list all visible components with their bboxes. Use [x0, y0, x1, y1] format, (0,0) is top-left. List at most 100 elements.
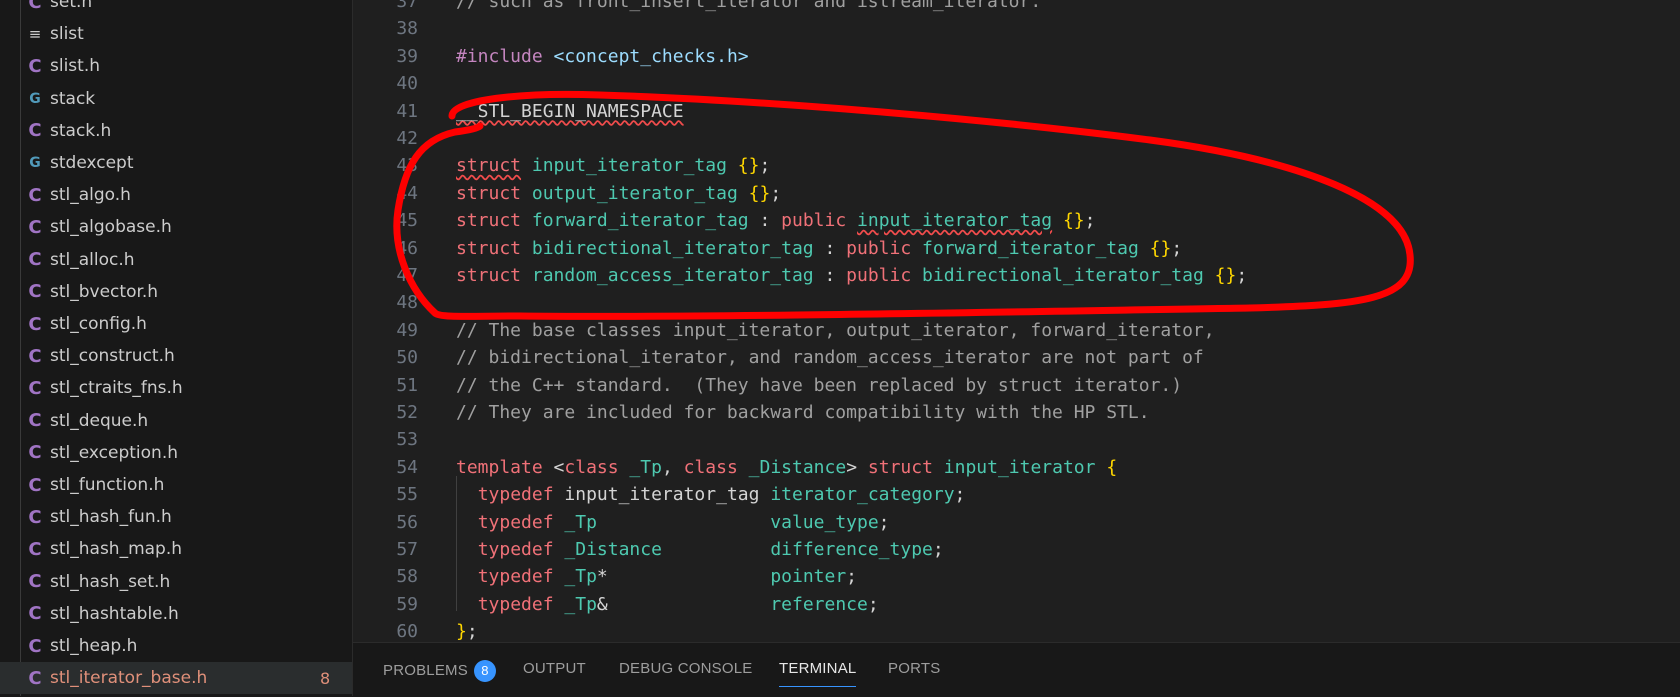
panel-tab-ports[interactable]: PORTS — [888, 660, 940, 677]
c-file-icon: C — [28, 538, 42, 560]
c-file-icon: C — [28, 0, 42, 13]
file-item[interactable]: Cstl_heap.h — [0, 630, 352, 662]
line-number: 51 — [396, 374, 418, 396]
file-name: stl_ctraits_fns.h — [50, 378, 183, 399]
c-file-icon: C — [28, 442, 42, 464]
file-item[interactable]: Cstl_exception.h — [0, 437, 352, 469]
line-code: struct forward_iterator_tag : public inp… — [456, 210, 1096, 232]
file-item[interactable]: Cstl_algo.h — [0, 179, 352, 211]
file-item[interactable]: Cstl_construct.h — [0, 340, 352, 372]
cpp-file-icon: G — [29, 155, 41, 171]
file-item[interactable]: Cslist.h — [0, 50, 352, 82]
file-item[interactable]: Cstl_hash_fun.h — [0, 501, 352, 533]
file-name: stl_deque.h — [50, 410, 149, 431]
file-item[interactable]: ≡ slist — [0, 18, 352, 50]
file-item[interactable]: Cstl_alloc.h — [0, 244, 352, 276]
panel-tab-label: TERMINAL — [779, 660, 857, 677]
c-file-icon: C — [28, 506, 42, 528]
c-file-icon: C — [28, 184, 42, 206]
c-file-icon: C — [28, 345, 42, 367]
line-code: struct output_iterator_tag {}; — [456, 182, 782, 204]
line-number: 57 — [396, 539, 418, 560]
line-code: // such as front_insert_iterator and ist… — [456, 0, 1042, 12]
file-item[interactable]: Cstl_hash_set.h — [0, 566, 352, 598]
line-code: typedef input_iterator_tag iterator_cate… — [477, 484, 966, 506]
line-code: // The base classes input_iterator, outp… — [456, 319, 1215, 341]
line-number: 45 — [396, 210, 418, 232]
problems-count-badge: 8 — [473, 660, 496, 682]
line-number: 42 — [396, 128, 418, 149]
file-name: stl_algobase.h — [50, 217, 172, 238]
file-item[interactable]: Cset.h — [0, 0, 352, 18]
line-code: struct input_iterator_tag {}; — [456, 155, 771, 177]
file-item[interactable]: Gstdexcept — [0, 147, 352, 179]
file-item[interactable]: Cstack.h — [0, 115, 352, 147]
line-number: 50 — [396, 347, 418, 369]
file-item[interactable]: Cstl_iterator_base.h 8 — [0, 662, 352, 695]
panel-tab-debug-console[interactable]: DEBUG CONSOLE — [619, 660, 752, 677]
line-code: // They are included for backward compat… — [456, 402, 1150, 423]
line-number: 59 — [396, 593, 418, 615]
c-file-icon: C — [28, 474, 42, 496]
code-editor[interactable]: 37 // such as front_insert_iterator and i… — [353, 0, 1680, 642]
file-name: stdexcept — [50, 153, 134, 173]
panel-tab-terminal[interactable]: TERMINAL — [779, 660, 857, 687]
line-number: 44 — [396, 182, 418, 204]
line-number: 37 — [396, 0, 418, 12]
line-code: typedef _Tp value_type; — [477, 511, 890, 533]
c-file-icon: C — [28, 313, 42, 335]
line-code: __STL_BEGIN_NAMESPACE — [456, 100, 684, 122]
c-file-icon: C — [28, 216, 42, 238]
line-code: // the C++ standard. (They have been rep… — [456, 374, 1183, 396]
panel-tab-label: PORTS — [888, 660, 941, 677]
file-item[interactable]: Cstl_bvector.h — [0, 276, 352, 308]
line-number: 49 — [396, 319, 418, 341]
file-item[interactable]: Cstl_function.h — [0, 469, 352, 501]
line-number: 48 — [396, 292, 418, 314]
file-name: stl_bvector.h — [50, 281, 159, 302]
c-file-icon: C — [28, 603, 42, 625]
c-file-icon: C — [28, 249, 42, 271]
file-name: stl_alloc.h — [50, 249, 135, 270]
line-number: 52 — [396, 402, 418, 423]
file-name: set.h — [50, 0, 93, 12]
file-name: stl_construct.h — [50, 346, 175, 367]
panel-tab-label: DEBUG CONSOLE — [619, 660, 753, 677]
file-name: stl_hash_set.h — [50, 571, 171, 592]
panel-tab-problems[interactable]: PROBLEMS 8 — [383, 660, 496, 682]
cpp-file-icon: G — [29, 90, 41, 107]
line-code: template <class _Tp, class _Distance> st… — [456, 456, 1118, 478]
line-number: 38 — [396, 18, 418, 40]
explorer-sidebar: Cset.h ≡ slist Cslist.h Gstack Cstack.h Gstdex… — [0, 0, 353, 696]
line-number: 53 — [396, 429, 418, 451]
panel-tab-output[interactable]: OUTPUT — [523, 660, 586, 677]
line-number: 55 — [396, 484, 418, 506]
file-item[interactable]: Cstl_config.h — [0, 308, 352, 340]
file-name: stack — [50, 88, 96, 109]
line-number: 39 — [396, 45, 418, 67]
file-item[interactable]: Cstl_ctraits_fns.h — [0, 372, 352, 404]
c-file-icon: C — [28, 281, 42, 303]
file-item[interactable]: Cstl_algobase.h — [0, 211, 352, 243]
file-name: stl_hashtable.h — [50, 603, 179, 624]
problem-count-badge: 8 — [320, 668, 331, 688]
file-name: stl_function.h — [50, 475, 165, 495]
file-item[interactable]: Cstl_hashtable.h — [0, 598, 352, 630]
line-code: typedef _Tp& reference; — [477, 593, 879, 615]
c-file-icon: C — [28, 635, 42, 657]
line-number: 47 — [396, 265, 418, 286]
file-name: stl_exception.h — [50, 442, 179, 463]
text-file-icon: ≡ — [28, 25, 42, 44]
line-number: 40 — [396, 73, 418, 95]
line-number: 46 — [396, 237, 418, 259]
c-file-icon: C — [28, 410, 42, 432]
line-code: // bidirectional_iterator, and random_ac… — [456, 347, 1204, 369]
file-item[interactable]: Gstack — [0, 83, 352, 115]
file-item[interactable]: Cstl_hash_map.h — [0, 533, 352, 565]
line-number: 56 — [396, 511, 418, 533]
file-name: stack.h — [50, 120, 112, 141]
c-file-icon: C — [28, 120, 42, 142]
file-item[interactable]: Cstl_deque.h — [0, 405, 352, 437]
line-code: struct random_access_iterator_tag : publ… — [456, 265, 1248, 286]
c-file-icon: C — [28, 667, 42, 689]
